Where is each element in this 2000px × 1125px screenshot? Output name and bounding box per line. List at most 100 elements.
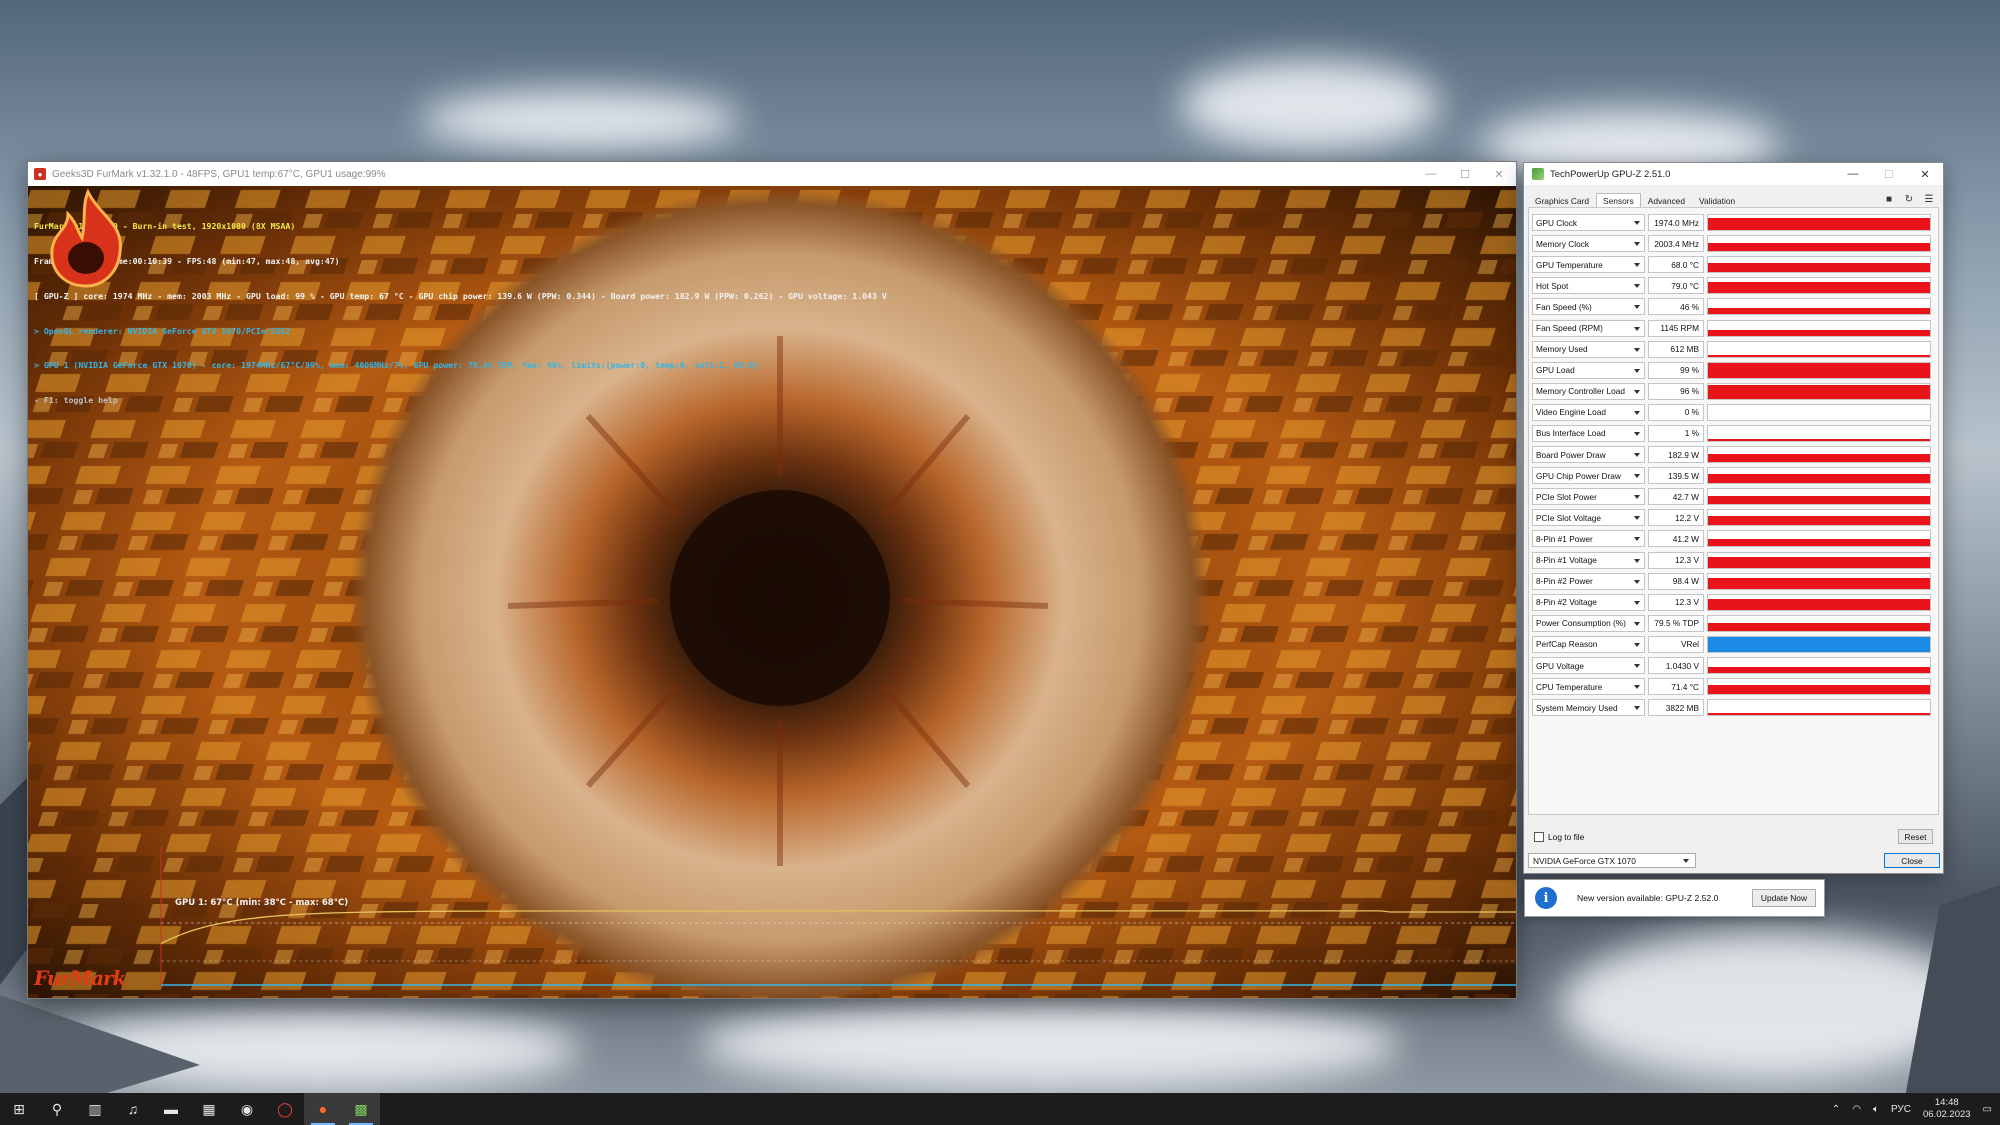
sensor-label-dropdown[interactable]: Bus Interface Load bbox=[1532, 424, 1645, 442]
minimize-icon[interactable]: — bbox=[1835, 163, 1871, 185]
chevron-down-icon bbox=[1634, 242, 1640, 247]
chevron-down-icon bbox=[1634, 263, 1640, 268]
sensor-row: Memory Controller Load 96 % bbox=[1532, 381, 1937, 402]
chevron-down-icon bbox=[1683, 859, 1689, 863]
update-now-button[interactable]: Update Now bbox=[1751, 889, 1816, 907]
sensor-graph bbox=[1707, 446, 1931, 464]
sensor-label-dropdown[interactable]: Memory Used bbox=[1532, 340, 1645, 358]
sensor-label-dropdown[interactable]: 8-Pin #2 Power bbox=[1532, 572, 1645, 590]
chevron-down-icon bbox=[1634, 579, 1640, 584]
log-to-file-checkbox[interactable] bbox=[1534, 832, 1544, 842]
sensor-label: PCIe Slot Voltage bbox=[1536, 512, 1602, 523]
tab-sensors[interactable]: Sensors bbox=[1596, 193, 1641, 208]
search-icon[interactable]: ⚲ bbox=[38, 1093, 76, 1125]
notifications-icon[interactable]: ▭ bbox=[1983, 1104, 1992, 1115]
sensor-label: PerfCap Reason bbox=[1536, 639, 1598, 650]
sensor-graph-fill bbox=[1708, 516, 1930, 526]
overlay-line-4: > OpenGL renderer: NVIDIA GeForce GTX 10… bbox=[34, 325, 291, 336]
gpuz-icon[interactable]: ▩ bbox=[342, 1093, 380, 1125]
sensor-graph-fill bbox=[1708, 282, 1930, 294]
task-view-icon[interactable]: ▥ bbox=[76, 1093, 114, 1125]
sensor-row: Memory Clock 2003.4 MHz bbox=[1532, 233, 1937, 254]
sensor-row: GPU Chip Power Draw 139.5 W bbox=[1532, 465, 1937, 486]
sensor-graph-fill bbox=[1708, 556, 1930, 568]
taskbar: ⊞ ⚲ ▥ ♫ ▬ ▦ ◉ ◯ ● ▩ ⌃ ◠ 🔈︎ РУС 14:48 06.02.2023 ▭ bbox=[0, 1093, 2000, 1125]
music-player-icon[interactable]: ♫ bbox=[114, 1093, 152, 1125]
menu-icon[interactable]: ☰ bbox=[1923, 193, 1935, 205]
maximize-icon[interactable]: ☐ bbox=[1871, 163, 1907, 185]
language-indicator[interactable]: РУС bbox=[1891, 1104, 1911, 1115]
sensor-label-dropdown[interactable]: GPU Voltage bbox=[1532, 657, 1645, 675]
sensor-label: GPU Temperature bbox=[1536, 259, 1603, 270]
sensor-label-dropdown[interactable]: GPU Clock bbox=[1532, 214, 1645, 232]
chevron-down-icon bbox=[1634, 221, 1640, 226]
sensor-list: GPU Clock 1974.0 MHz Memory Clock 2003.4 MH… bbox=[1532, 212, 1937, 718]
sensor-label-dropdown[interactable]: Memory Controller Load bbox=[1532, 382, 1645, 400]
chevron-down-icon bbox=[1634, 706, 1640, 711]
sensor-label-dropdown[interactable]: 8-Pin #1 Voltage bbox=[1532, 551, 1645, 569]
sensor-label-dropdown[interactable]: GPU Chip Power Draw bbox=[1532, 467, 1645, 485]
gpuz-title-bar[interactable]: TechPowerUp GPU-Z 2.51.0 — ☐ ✕ bbox=[1524, 163, 1943, 185]
sensor-label-dropdown[interactable]: Memory Clock bbox=[1532, 235, 1645, 253]
sensor-label-dropdown[interactable]: System Memory Used bbox=[1532, 699, 1645, 717]
sensor-label-dropdown[interactable]: Fan Speed (RPM) bbox=[1532, 319, 1645, 337]
sensor-label: GPU Load bbox=[1536, 365, 1575, 376]
clock[interactable]: 14:48 06.02.2023 bbox=[1923, 1097, 1971, 1121]
furmark-render-canvas: FurMark v1.32.1.0 - Burn-in test, 1920x1… bbox=[28, 186, 1516, 998]
furmark-stats-overlay: FurMark v1.32.1.0 - Burn-in test, 1920x1… bbox=[34, 198, 887, 430]
volume-icon[interactable]: 🔈︎ bbox=[1873, 1104, 1879, 1115]
log-to-file-control[interactable]: Log to file bbox=[1534, 832, 1584, 842]
refresh-icon[interactable]: ↻ bbox=[1903, 193, 1915, 205]
sensor-label-dropdown[interactable]: 8-Pin #1 Power bbox=[1532, 530, 1645, 548]
sensor-label-dropdown[interactable]: Video Engine Load bbox=[1532, 403, 1645, 421]
sensor-label-dropdown[interactable]: CPU Temperature bbox=[1532, 678, 1645, 696]
sensor-graph-fill bbox=[1708, 577, 1930, 589]
sensor-graph-fill bbox=[1708, 636, 1930, 652]
sensor-label-dropdown[interactable]: 8-Pin #2 Voltage bbox=[1532, 593, 1645, 611]
windows-start-icon[interactable]: ⊞ bbox=[0, 1093, 38, 1125]
network-icon[interactable]: ◠ bbox=[1852, 1104, 1861, 1115]
tab-validation[interactable]: Validation bbox=[1692, 193, 1742, 208]
reset-button[interactable]: Reset bbox=[1898, 829, 1933, 844]
gpuz-window[interactable]: TechPowerUp GPU-Z 2.51.0 — ☐ ✕ Graphics … bbox=[1524, 163, 1943, 873]
sensor-graph-fill bbox=[1708, 362, 1930, 378]
sensor-label-dropdown[interactable]: GPU Load bbox=[1532, 361, 1645, 379]
steam-icon[interactable]: ◉ bbox=[228, 1093, 266, 1125]
sensor-label-dropdown[interactable]: Hot Spot bbox=[1532, 277, 1645, 295]
sensor-row: Fan Speed (RPM) 1145 RPM bbox=[1532, 317, 1937, 338]
gpu-select-dropdown[interactable]: NVIDIA GeForce GTX 1070 bbox=[1528, 853, 1696, 868]
sensor-row: CPU Temperature 71.4 °C bbox=[1532, 676, 1937, 697]
close-button[interactable]: Close bbox=[1884, 853, 1940, 868]
sensor-label-dropdown[interactable]: PCIe Slot Voltage bbox=[1532, 509, 1645, 527]
sensor-label-dropdown[interactable]: Fan Speed (%) bbox=[1532, 298, 1645, 316]
tab-graphics-card[interactable]: Graphics Card bbox=[1528, 193, 1596, 208]
furmark-window[interactable]: ● Geeks3D FurMark v1.32.1.0 - 48FPS, GPU… bbox=[28, 162, 1516, 998]
tab-advanced[interactable]: Advanced bbox=[1641, 193, 1692, 208]
close-icon[interactable]: ✕ bbox=[1482, 162, 1516, 186]
sensor-label-dropdown[interactable]: PCIe Slot Power bbox=[1532, 488, 1645, 506]
minimize-icon[interactable]: — bbox=[1414, 162, 1448, 186]
sensor-graph-fill bbox=[1708, 438, 1930, 441]
sensor-label-dropdown[interactable]: Power Consumption (%) bbox=[1532, 614, 1645, 632]
calculator-icon[interactable]: ▦ bbox=[190, 1093, 228, 1125]
sensor-value: 1974.0 MHz bbox=[1648, 214, 1704, 232]
maximize-icon[interactable]: ☐ bbox=[1448, 162, 1482, 186]
opera-icon[interactable]: ◯ bbox=[266, 1093, 304, 1125]
sensor-label-dropdown[interactable]: Board Power Draw bbox=[1532, 446, 1645, 464]
sensor-value: 12.3 V bbox=[1648, 593, 1704, 611]
sensor-label: 8-Pin #1 Voltage bbox=[1536, 555, 1597, 566]
furmark-title-bar[interactable]: ● Geeks3D FurMark v1.32.1.0 - 48FPS, GPU… bbox=[28, 162, 1516, 186]
sensor-label-dropdown[interactable]: PerfCap Reason bbox=[1532, 635, 1645, 653]
sensor-label: Fan Speed (RPM) bbox=[1536, 323, 1603, 334]
chevron-up-icon[interactable]: ⌃ bbox=[1832, 1104, 1840, 1115]
furmark-icon[interactable]: ● bbox=[304, 1093, 342, 1125]
sensor-graph bbox=[1707, 382, 1931, 400]
sensor-graph-fill bbox=[1708, 243, 1930, 252]
close-icon[interactable]: ✕ bbox=[1907, 163, 1943, 185]
camera-icon[interactable]: ■ bbox=[1883, 193, 1895, 205]
sensor-label-dropdown[interactable]: GPU Temperature bbox=[1532, 256, 1645, 274]
furmark-flame-logo-icon bbox=[50, 188, 122, 288]
file-explorer-icon[interactable]: ▬ bbox=[152, 1093, 190, 1125]
sensor-graph-fill bbox=[1708, 308, 1930, 315]
sensor-value: 1145 RPM bbox=[1648, 319, 1704, 337]
